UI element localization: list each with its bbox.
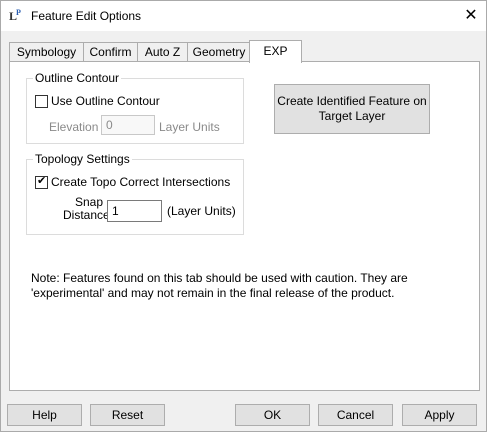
- elevation-label: Elevation: [49, 120, 99, 134]
- topology-settings-group-label: Topology Settings: [33, 152, 132, 166]
- reset-button[interactable]: Reset: [90, 404, 165, 426]
- snap-distance-input[interactable]: [107, 200, 162, 222]
- use-outline-contour-checkbox[interactable]: [35, 95, 48, 108]
- tab-exp[interactable]: EXP: [249, 40, 302, 63]
- elevation-units-label: Layer Units: [159, 120, 220, 134]
- note-line1: Note: Features found on this tab should …: [31, 271, 408, 285]
- create-feature-button-line1: Create Identified Feature on: [277, 94, 427, 108]
- tab-symbology[interactable]: Symbology: [9, 42, 84, 62]
- topology-settings-group: Topology Settings ✔ Create Topo Correct …: [26, 152, 244, 235]
- elevation-input[interactable]: [101, 115, 155, 135]
- outline-contour-group: Outline Contour Use Outline Contour Elev…: [26, 71, 244, 144]
- create-topo-label: Create Topo Correct Intersections: [51, 175, 231, 189]
- window-title: Feature Edit Options: [31, 9, 142, 23]
- create-topo-checkbox[interactable]: ✔: [35, 175, 48, 189]
- help-button[interactable]: Help: [7, 404, 82, 426]
- tab-geometry[interactable]: Geometry: [187, 42, 251, 62]
- create-identified-feature-button[interactable]: Create Identified Feature on Target Laye…: [274, 84, 430, 134]
- tab-auto-z[interactable]: Auto Z: [137, 42, 188, 62]
- note-line2: 'experimental' and may not remain in the…: [31, 286, 395, 300]
- app-icon: LP: [9, 8, 21, 23]
- outline-contour-group-label: Outline Contour: [33, 71, 122, 85]
- snap-units-label: (Layer Units): [167, 204, 236, 218]
- create-feature-button-line2: Target Layer: [318, 109, 386, 123]
- apply-button[interactable]: Apply: [402, 404, 477, 426]
- snap-label-line2: Distance:: [63, 208, 114, 222]
- checkmark-icon: ✔: [37, 175, 47, 187]
- use-outline-contour-label: Use Outline Contour: [51, 94, 160, 108]
- ok-button[interactable]: OK: [235, 404, 310, 426]
- cancel-button[interactable]: Cancel: [318, 404, 393, 426]
- experimental-note: Note: Features found on this tab should …: [31, 271, 408, 301]
- feature-edit-options-window: LP Feature Edit Options ✕ Symbology Conf…: [0, 0, 487, 432]
- title-bar: LP Feature Edit Options ✕: [1, 1, 486, 31]
- snap-distance-label: Snap Distance:: [63, 196, 114, 222]
- close-icon[interactable]: ✕: [456, 1, 486, 31]
- exp-tab-panel: Outline Contour Use Outline Contour Elev…: [9, 61, 480, 391]
- tab-confirm[interactable]: Confirm: [83, 42, 138, 62]
